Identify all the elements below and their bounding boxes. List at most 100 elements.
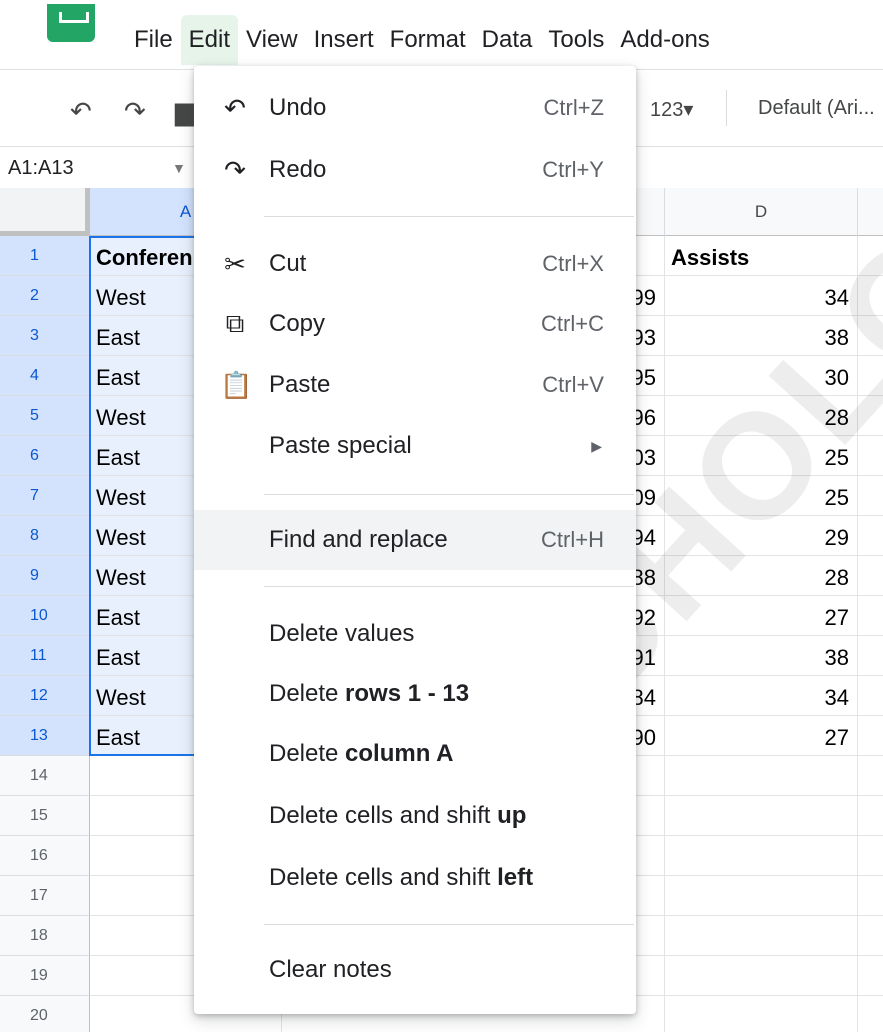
menu-data[interactable]: Data xyxy=(474,15,541,65)
menu-item-label: Delete column A xyxy=(269,740,454,768)
menu-item-delete-shift-left[interactable]: Delete cells and shift left xyxy=(194,848,636,908)
row-header[interactable]: 8 xyxy=(0,516,90,556)
menu-item-paste-special[interactable]: Paste special ▶ xyxy=(194,416,636,476)
cell-d[interactable]: 27 xyxy=(665,716,858,756)
menu-item-label: Delete values xyxy=(269,620,415,647)
cell-e[interactable] xyxy=(858,956,883,996)
cell-e[interactable] xyxy=(858,396,883,436)
row-header[interactable]: 5 xyxy=(0,396,90,436)
menu-item-label: Delete cells and shift up xyxy=(269,802,526,830)
cell-d[interactable]: 30 xyxy=(665,356,858,396)
label-emphasis: up xyxy=(497,802,527,829)
cell-d[interactable] xyxy=(665,756,858,796)
menu-item-paste[interactable]: 📋 Paste Ctrl+V xyxy=(194,355,636,415)
menu-item-cut[interactable]: ✂ Cut Ctrl+X xyxy=(194,234,636,294)
menu-item-delete-shift-up[interactable]: Delete cells and shift up xyxy=(194,786,636,846)
number-format-button[interactable]: 123▾ xyxy=(650,97,693,122)
cell-e[interactable] xyxy=(858,556,883,596)
cell-e[interactable] xyxy=(858,676,883,716)
row-header[interactable]: 14 xyxy=(0,756,90,796)
row-header[interactable]: 16 xyxy=(0,836,90,876)
menu-item-undo[interactable]: ↶ Undo Ctrl+Z xyxy=(194,78,636,138)
cell-e[interactable] xyxy=(858,276,883,316)
row-header[interactable]: 18 xyxy=(0,916,90,956)
menu-tools[interactable]: Tools xyxy=(540,15,612,65)
column-header-e[interactable] xyxy=(858,188,883,236)
cell-e[interactable] xyxy=(858,436,883,476)
cell-e[interactable] xyxy=(858,636,883,676)
cell-d[interactable]: 28 xyxy=(665,396,858,436)
font-family-select[interactable]: Default (Ari... xyxy=(758,97,875,120)
cell-d[interactable]: 27 xyxy=(665,596,858,636)
row-header[interactable]: 13 xyxy=(0,716,90,756)
cell-d[interactable] xyxy=(665,836,858,876)
cell-e[interactable] xyxy=(858,236,883,276)
cell-d[interactable]: 28 xyxy=(665,556,858,596)
cell-d[interactable]: 38 xyxy=(665,636,858,676)
row-header[interactable]: 17 xyxy=(0,876,90,916)
cell-e[interactable] xyxy=(858,476,883,516)
menu-view[interactable]: View xyxy=(238,15,306,65)
cell-e[interactable] xyxy=(858,316,883,356)
menu-item-delete-column[interactable]: Delete column A xyxy=(194,724,636,784)
row-header[interactable]: 19 xyxy=(0,956,90,996)
cell-e[interactable] xyxy=(858,716,883,756)
row-header[interactable]: 15 xyxy=(0,796,90,836)
row-header[interactable]: 1 xyxy=(0,236,90,276)
cell-e[interactable] xyxy=(858,996,883,1032)
cell-e[interactable] xyxy=(858,756,883,796)
row-header[interactable]: 2 xyxy=(0,276,90,316)
cell-e[interactable] xyxy=(858,356,883,396)
menu-item-delete-rows[interactable]: Delete rows 1 - 13 xyxy=(194,664,636,724)
row-header[interactable]: 4 xyxy=(0,356,90,396)
row-header[interactable]: 9 xyxy=(0,556,90,596)
cell-d[interactable] xyxy=(665,996,858,1032)
row-header[interactable]: 12 xyxy=(0,676,90,716)
row-header[interactable]: 11 xyxy=(0,636,90,676)
cell-e[interactable] xyxy=(858,876,883,916)
column-header-d[interactable]: D xyxy=(665,188,858,236)
cell-d[interactable] xyxy=(665,956,858,996)
cell-d[interactable]: 25 xyxy=(665,476,858,516)
row-header[interactable]: 7 xyxy=(0,476,90,516)
menu-edit[interactable]: Edit xyxy=(180,15,239,65)
chevron-down-icon[interactable]: ▼ xyxy=(172,160,186,176)
cell-d[interactable]: 34 xyxy=(665,276,858,316)
select-all-corner[interactable] xyxy=(0,188,90,236)
menu-insert[interactable]: Insert xyxy=(306,15,382,65)
sheets-logo[interactable] xyxy=(47,4,95,42)
cell-e[interactable] xyxy=(858,796,883,836)
menu-item-label: Clear notes xyxy=(269,956,392,983)
menu-item-find-replace[interactable]: Find and replace Ctrl+H xyxy=(194,510,636,570)
name-box[interactable]: A1:A13 xyxy=(8,157,74,180)
cell-d[interactable] xyxy=(665,916,858,956)
row-header[interactable]: 10 xyxy=(0,596,90,636)
undo-icon[interactable]: ↶ xyxy=(70,96,92,127)
menu-item-clear-notes[interactable]: Clear notes xyxy=(194,940,636,1000)
menu-item-delete-values[interactable]: Delete values xyxy=(194,604,636,664)
cell-d[interactable]: 25 xyxy=(665,436,858,476)
cell-e[interactable] xyxy=(858,916,883,956)
menu-item-shortcut: Ctrl+C xyxy=(541,311,604,336)
cell-d[interactable] xyxy=(665,876,858,916)
row-header[interactable]: 3 xyxy=(0,316,90,356)
menu-file[interactable]: File xyxy=(126,15,181,65)
row-header[interactable]: 20 xyxy=(0,996,90,1032)
cell-d[interactable] xyxy=(665,796,858,836)
toolbar-separator xyxy=(726,90,727,126)
cell-d[interactable]: Assists xyxy=(665,236,858,276)
print-icon[interactable]: ▆ xyxy=(175,96,195,127)
cell-d[interactable]: 29 xyxy=(665,516,858,556)
cell-e[interactable] xyxy=(858,836,883,876)
row-header[interactable]: 6 xyxy=(0,436,90,476)
menu-item-copy[interactable]: ⧉ Copy Ctrl+C xyxy=(194,294,636,354)
redo-icon[interactable]: ↷ xyxy=(124,96,146,127)
cell-e[interactable] xyxy=(858,516,883,556)
menu-addons[interactable]: Add-ons xyxy=(612,15,717,65)
cell-d[interactable]: 38 xyxy=(665,316,858,356)
menu-format[interactable]: Format xyxy=(382,15,474,65)
cell-e[interactable] xyxy=(858,596,883,636)
cell-d[interactable]: 34 xyxy=(665,676,858,716)
edit-menu-dropdown: ↶ Undo Ctrl+Z ↷ Redo Ctrl+Y ✂ Cut Ctrl+X… xyxy=(194,66,636,1014)
menu-item-redo[interactable]: ↷ Redo Ctrl+Y xyxy=(194,140,636,200)
